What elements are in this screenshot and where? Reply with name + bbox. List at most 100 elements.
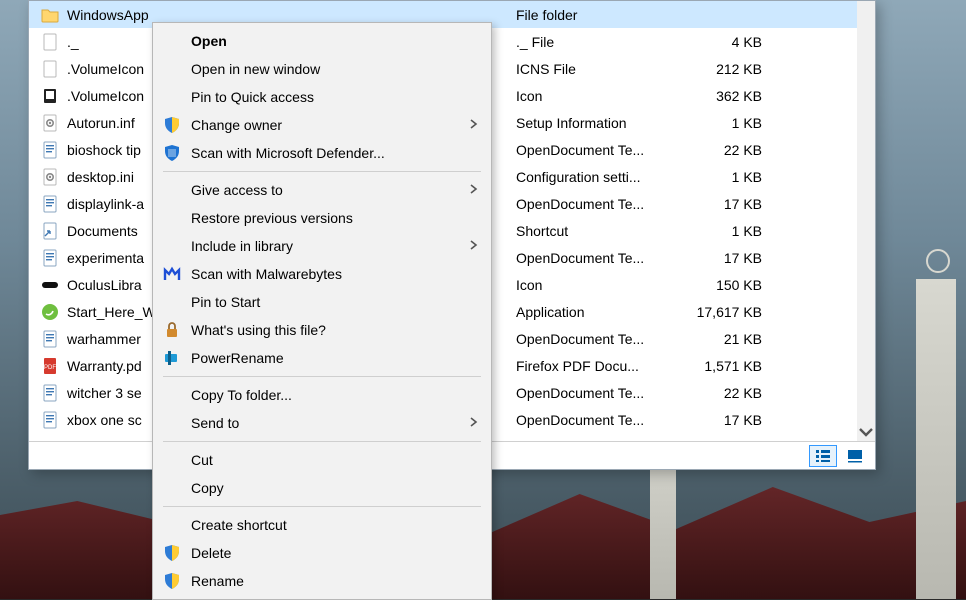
ctx-scan-defender[interactable]: Scan with Microsoft Defender... <box>155 139 489 167</box>
svg-text:PDF: PDF <box>44 365 56 371</box>
file-size: 150 KB <box>696 277 776 293</box>
file-size: 1 KB <box>696 115 776 131</box>
file-name: experimenta <box>67 250 144 266</box>
file-name: Autorun.inf <box>67 115 135 131</box>
file-size: 362 KB <box>696 88 776 104</box>
ctx-open[interactable]: Open <box>155 27 489 55</box>
file-type: OpenDocument Te... <box>516 250 696 266</box>
file-size: 17 KB <box>696 250 776 266</box>
file-name: .VolumeIcon <box>67 88 144 104</box>
file-size: 21 KB <box>696 331 776 347</box>
file-type: OpenDocument Te... <box>516 196 696 212</box>
ctx-include-in-library[interactable]: Include in library <box>155 232 489 260</box>
ctx-copy-to-folder[interactable]: Copy To folder... <box>155 381 489 409</box>
file-icon <box>41 60 59 78</box>
file-type: File folder <box>516 7 696 23</box>
ctx-pin-to-start[interactable]: Pin to Start <box>155 288 489 316</box>
scroll-down-arrow[interactable] <box>857 423 875 441</box>
submenu-arrow-icon <box>467 238 479 254</box>
ctx-scan-malwarebytes[interactable]: Scan with Malwarebytes <box>155 260 489 288</box>
icns-icon <box>41 87 59 105</box>
doc-icon <box>41 249 59 267</box>
defender-shield-icon <box>163 144 181 162</box>
ctx-restore-previous[interactable]: Restore previous versions <box>155 204 489 232</box>
submenu-arrow-icon <box>467 415 479 431</box>
ini-icon <box>41 168 59 186</box>
doc-icon <box>41 411 59 429</box>
pdf-icon: PDF <box>41 357 59 375</box>
file-type: OpenDocument Te... <box>516 412 696 428</box>
ctx-rename[interactable]: Rename <box>155 567 489 595</box>
file-size: 1 KB <box>696 169 776 185</box>
view-large-icons-button[interactable] <box>841 445 869 467</box>
file-type: OpenDocument Te... <box>516 331 696 347</box>
ctx-separator <box>163 171 481 172</box>
doc-icon <box>41 330 59 348</box>
ctx-separator <box>163 441 481 442</box>
ctx-separator <box>163 506 481 507</box>
ctx-change-owner[interactable]: Change owner <box>155 111 489 139</box>
oculus-icon <box>41 276 59 294</box>
file-size: 22 KB <box>696 142 776 158</box>
submenu-arrow-icon <box>467 117 479 133</box>
malwarebytes-icon <box>163 265 181 283</box>
ctx-send-to[interactable]: Send to <box>155 409 489 437</box>
file-name: OculusLibra <box>67 277 142 293</box>
file-name: warhammer <box>67 331 141 347</box>
file-name: Warranty.pd <box>67 358 142 374</box>
file-size: 17,617 KB <box>696 304 776 320</box>
shield-admin-icon <box>163 572 181 590</box>
file-name: ._ <box>67 34 79 50</box>
powerrename-icon <box>163 349 181 367</box>
file-type: Icon <box>516 277 696 293</box>
folder-icon <box>41 6 59 24</box>
file-type: Configuration setti... <box>516 169 696 185</box>
ctx-delete[interactable]: Delete <box>155 539 489 567</box>
short-icon <box>41 222 59 240</box>
file-size: 1,571 KB <box>696 358 776 374</box>
file-name: bioshock tip <box>67 142 141 158</box>
ini-icon <box>41 114 59 132</box>
file-name: .VolumeIcon <box>67 61 144 77</box>
file-size: 17 KB <box>696 412 776 428</box>
file-size: 17 KB <box>696 196 776 212</box>
doc-icon <box>41 141 59 159</box>
file-type: Firefox PDF Docu... <box>516 358 696 374</box>
shield-admin-icon <box>163 116 181 134</box>
ctx-whats-using-file[interactable]: What's using this file? <box>155 316 489 344</box>
file-name: xbox one sc <box>67 412 142 428</box>
file-type: OpenDocument Te... <box>516 385 696 401</box>
ctx-open-new-window[interactable]: Open in new window <box>155 55 489 83</box>
file-type: ICNS File <box>516 61 696 77</box>
file-type: ._ File <box>516 34 696 50</box>
file-size: 4 KB <box>696 34 776 50</box>
file-name: displaylink-a <box>67 196 144 212</box>
file-type: Icon <box>516 88 696 104</box>
file-icon <box>41 33 59 51</box>
file-type: Shortcut <box>516 223 696 239</box>
seagate-icon <box>41 303 59 321</box>
ctx-copy[interactable]: Copy <box>155 474 489 502</box>
file-name: desktop.ini <box>67 169 134 185</box>
ctx-pin-quick-access[interactable]: Pin to Quick access <box>155 83 489 111</box>
ctx-separator <box>163 376 481 377</box>
context-menu: Open Open in new window Pin to Quick acc… <box>152 22 492 600</box>
vertical-scrollbar[interactable] <box>857 1 875 441</box>
ctx-powerrename[interactable]: PowerRename <box>155 344 489 372</box>
submenu-arrow-icon <box>467 182 479 198</box>
doc-icon <box>41 195 59 213</box>
lock-icon <box>163 321 181 339</box>
ctx-create-shortcut[interactable]: Create shortcut <box>155 511 489 539</box>
ctx-cut[interactable]: Cut <box>155 446 489 474</box>
file-type: OpenDocument Te... <box>516 142 696 158</box>
ctx-give-access-to[interactable]: Give access to <box>155 176 489 204</box>
file-name: witcher 3 se <box>67 385 142 401</box>
view-details-button[interactable] <box>809 445 837 467</box>
file-name: Documents <box>67 223 138 239</box>
file-size: 22 KB <box>696 385 776 401</box>
file-size: 1 KB <box>696 223 776 239</box>
file-type: Setup Information <box>516 115 696 131</box>
file-name: WindowsApp <box>67 7 149 23</box>
file-size: 212 KB <box>696 61 776 77</box>
shield-admin-icon <box>163 544 181 562</box>
